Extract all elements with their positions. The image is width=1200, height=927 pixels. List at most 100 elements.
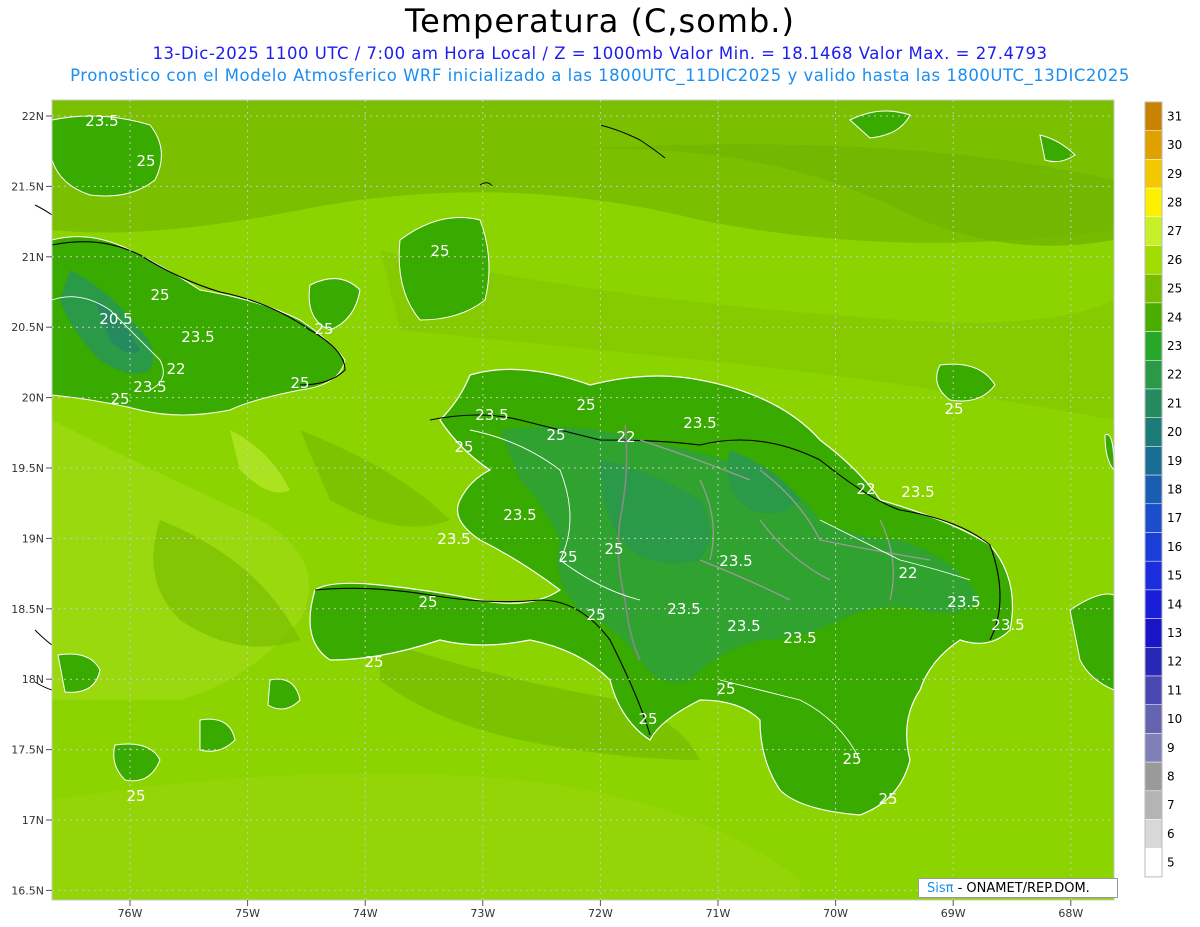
lon-tick-label: 72W (588, 907, 613, 920)
lon-tick-label: 75W (235, 907, 260, 920)
colorbar-swatch (1144, 245, 1163, 275)
contour-label: 25 (576, 396, 595, 414)
lat-tick-label: 22N (22, 110, 44, 123)
colorbar-swatch (1144, 618, 1163, 648)
contour-label: 25 (586, 606, 605, 624)
contour-label: 20.5 (99, 310, 132, 328)
colorbar-label: 23 (1167, 339, 1182, 353)
colorbar-label: 19 (1167, 454, 1182, 468)
plot-area (34, 100, 1115, 900)
colorbar-label: 10 (1167, 712, 1182, 726)
lat-tick-label: 19.5N (11, 462, 44, 475)
lat-tick-label: 17.5N (11, 744, 44, 757)
contour-label: 22 (616, 428, 635, 446)
contour-label: 23.5 (719, 552, 752, 570)
contour-label: 25 (430, 242, 449, 260)
lon-tick-label: 69W (941, 907, 966, 920)
contour-label: 23.5 (727, 617, 760, 635)
contour-label: 25 (364, 653, 383, 671)
colorbar-label: 13 (1167, 626, 1182, 640)
temperature-map: 22N 21.5N 21N 20.5N 20N 19.5N 19N 18.5N 18N 17.5N… (11, 99, 1182, 920)
colorbar-swatch (1144, 704, 1163, 734)
lon-tick-label: 70W (823, 907, 848, 920)
colorbar-label: 16 (1167, 540, 1182, 554)
contour-label: 25 (454, 438, 473, 456)
colorbar-swatch (1144, 733, 1163, 763)
contour-label: 23.5 (133, 378, 166, 396)
colorbar-label: 9 (1167, 741, 1175, 755)
colorbar-label: 8 (1167, 769, 1175, 783)
colorbar-label: 30 (1167, 138, 1182, 152)
colorbar-label: 7 (1167, 798, 1175, 812)
contour-label: 23.5 (181, 328, 214, 346)
credit-box: Sisπ - ONAMET/REP.DOM. (918, 878, 1118, 898)
contour-label: 25 (418, 593, 437, 611)
colorbar-swatch (1144, 503, 1163, 533)
lon-tick-label: 73W (470, 907, 495, 920)
lat-tick-label: 18.5N (11, 603, 44, 616)
lon-tick-label: 71W (706, 907, 731, 920)
contour-label: 25 (290, 374, 309, 392)
lat-tick-label: 17N (22, 814, 44, 827)
lat-tick-label: 16.5N (11, 884, 44, 897)
colorbar-label: 6 (1167, 827, 1175, 841)
lon-tick-label: 76W (118, 907, 143, 920)
contour-label: 23.5 (437, 530, 470, 548)
colorbar-label: 5 (1167, 856, 1175, 870)
colorbar-swatch (1144, 761, 1163, 792)
colorbar-swatch (1144, 675, 1163, 705)
colorbar-swatch (1144, 647, 1163, 677)
colorbar-swatch (1144, 159, 1163, 189)
contour-label: 23.5 (783, 629, 816, 647)
contour-label: 25 (136, 152, 155, 170)
colorbar-swatch (1144, 388, 1163, 418)
colorbar-swatch (1144, 446, 1163, 476)
contour-label: 23.5 (475, 406, 508, 424)
lat-tick-label: 18N (22, 673, 44, 686)
colorbar-swatch (1144, 560, 1163, 591)
contour-label: 22 (166, 360, 185, 378)
contour-label: 23.5 (901, 483, 934, 501)
lat-tick-label: 19N (22, 532, 44, 545)
contour-label: 25 (604, 540, 623, 558)
colorbar-swatch (1144, 273, 1163, 304)
colorbar-label: 25 (1167, 282, 1182, 296)
colorbar-label: 24 (1167, 310, 1182, 324)
colorbar-swatch (1144, 847, 1163, 878)
contour-label: 25 (150, 286, 169, 304)
contour-label: 25 (638, 710, 657, 728)
colorbar-label: 22 (1167, 368, 1182, 382)
colorbar-label: 27 (1167, 224, 1182, 238)
colorbar-swatch (1144, 417, 1163, 447)
contour-label: 25 (878, 790, 897, 808)
contour-label: 23.5 (85, 112, 118, 130)
colorbar-label: 20 (1167, 425, 1182, 439)
contour-label: 23.5 (667, 600, 700, 618)
colorbar-swatch (1144, 790, 1163, 820)
contour-label: 25 (716, 680, 735, 698)
colorbar-label: 11 (1167, 683, 1182, 697)
colorbar-label: 21 (1167, 396, 1182, 410)
lat-tick-label: 21N (22, 251, 44, 264)
colorbar-swatch (1144, 130, 1163, 160)
lon-tick-label: 74W (353, 907, 378, 920)
contour-label: 22 (898, 564, 917, 582)
colorbar-swatch (1144, 216, 1163, 246)
colorbar-label: 17 (1167, 511, 1182, 525)
lat-tick-label: 21.5N (11, 180, 44, 193)
credit-brand: Sisπ (927, 881, 954, 896)
contour-label: 23.5 (991, 616, 1024, 634)
colorbar-label: 15 (1167, 569, 1182, 583)
colorbar-swatch (1144, 819, 1163, 849)
colorbar-swatch (1144, 331, 1163, 361)
lat-tick-label: 20.5N (11, 321, 44, 334)
latitude-axis: 22N 21.5N 21N 20.5N 20N 19.5N 19N 18.5N 18N 17.5N… (11, 110, 52, 897)
colorbar-label: 29 (1167, 167, 1182, 181)
lon-tick-label: 68W (1058, 907, 1083, 920)
colorbar-swatch (1144, 589, 1163, 619)
contour-label: 25 (314, 320, 333, 338)
contour-label: 23.5 (947, 593, 980, 611)
colorbar-label: 28 (1167, 195, 1182, 209)
colorbar: 31 30 29 28 27 26 25 24 23 22 21 20 19 18 17 16 15 14 13 12… (1144, 101, 1182, 878)
colorbar-swatch (1144, 532, 1163, 562)
